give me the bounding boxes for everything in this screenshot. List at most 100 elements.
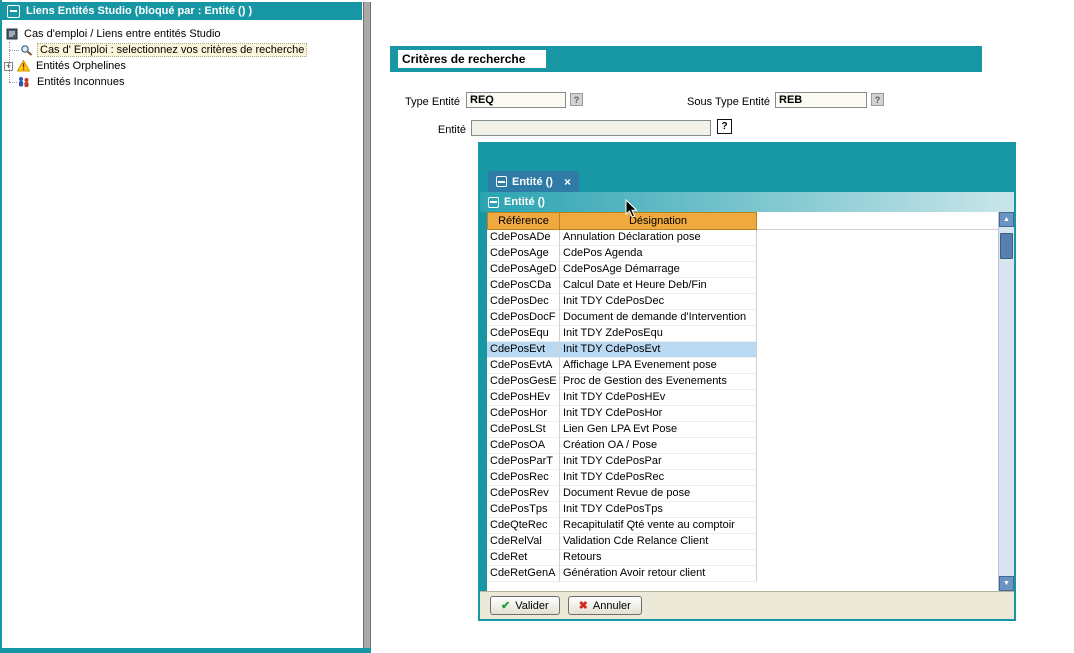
column-header-reference[interactable]: Référence [487, 212, 560, 230]
cell-designation: Document de demande d'Intervention [560, 310, 757, 326]
entity-picker-header: Entité () [480, 192, 1014, 212]
table-row[interactable]: CdeRet Retours [487, 550, 1014, 566]
type-entite-label: Type Entité [381, 96, 460, 108]
table-row[interactable]: CdePosHEv Init TDY CdePosHEv [487, 390, 1014, 406]
table-row[interactable]: CdePosAge CdePos Agenda [487, 246, 1014, 262]
cell-reference: CdeRelVal [487, 534, 560, 550]
cell-reference: CdePosOA [487, 438, 560, 454]
cell-designation: Annulation Déclaration pose [560, 230, 757, 246]
cell-reference: CdePosEvtA [487, 358, 560, 374]
sous-type-entite-input[interactable] [775, 92, 867, 108]
check-icon: ✔ [501, 599, 510, 612]
tree-connector-line [9, 42, 10, 82]
annuler-button-label: Annuler [593, 600, 631, 612]
column-header-designation[interactable]: Désignation [560, 212, 757, 230]
form-icon [6, 28, 18, 40]
table-row[interactable]: CdePosGesE Proc de Gestion des Evenement… [487, 374, 1014, 390]
window-menu-icon[interactable] [7, 5, 20, 18]
table-row[interactable]: CdePosDocF Document de demande d'Interve… [487, 310, 1014, 326]
table-row[interactable]: CdeQteRec Recapitulatif Qté vente au com… [487, 518, 1014, 534]
cell-designation: CdePos Agenda [560, 246, 757, 262]
type-entite-input[interactable] [466, 92, 566, 108]
sous-type-entite-label: Sous Type Entité [671, 96, 770, 108]
tree-item-orphelines[interactable]: + Entités Orphelines [2, 58, 363, 74]
tree-item-label: Cas d'emploi / Liens entre entités Studi… [22, 28, 223, 40]
cell-reference: CdePosDec [487, 294, 560, 310]
table-row[interactable]: CdePosOA Création OA / Pose [487, 438, 1014, 454]
scroll-up-arrow[interactable]: ▲ [999, 212, 1014, 227]
table-row[interactable]: CdePosRev Document Revue de pose [487, 486, 1014, 502]
table-row[interactable]: CdePosTps Init TDY CdePosTps [487, 502, 1014, 518]
panel-splitter[interactable] [363, 2, 371, 648]
table-row[interactable]: CdePosEqu Init TDY ZdePosEqu [487, 326, 1014, 342]
cell-reference: CdePosCDa [487, 278, 560, 294]
header-window-icon [488, 197, 499, 208]
table-row[interactable]: CdePosLSt Lien Gen LPA Evt Pose [487, 422, 1014, 438]
cell-reference: CdePosEvt [487, 342, 560, 358]
table-row[interactable]: CdePosAgeD CdePosAge Démarrage [487, 262, 1014, 278]
cell-reference: CdePosDocF [487, 310, 560, 326]
scrollbar-thumb[interactable] [1000, 233, 1013, 259]
tree-item-cas-emploi[interactable]: Cas d' Emploi : selectionnez vos critère… [2, 42, 363, 58]
table-row[interactable]: CdePosDec Init TDY CdePosDec [487, 294, 1014, 310]
entite-label: Entité [381, 124, 466, 136]
sous-type-entite-help-button[interactable]: ? [871, 93, 884, 106]
entity-picker-window: Entité () × Entité () Référence Désignat… [478, 142, 1016, 621]
table-row[interactable]: CdePosHor Init TDY CdePosHor [487, 406, 1014, 422]
table-row[interactable]: CdePosRec Init TDY CdePosRec [487, 470, 1014, 486]
annuler-button[interactable]: ✖ Annuler [568, 596, 642, 615]
cell-designation: Init TDY CdePosHor [560, 406, 757, 422]
window-bottom-border [0, 648, 371, 653]
valider-button[interactable]: ✔ Valider [490, 596, 560, 615]
window-title: Liens Entités Studio (bloqué par : Entit… [26, 5, 252, 17]
magnifier-icon [20, 44, 33, 56]
vertical-scrollbar[interactable]: ▲ ▼ [998, 212, 1014, 591]
tree-connector-line [9, 82, 17, 83]
table-row[interactable]: CdeRelVal Validation Cde Relance Client [487, 534, 1014, 550]
tree-item-label: Cas d' Emploi : selectionnez vos critère… [37, 43, 307, 57]
warning-icon [17, 60, 30, 72]
table-row[interactable]: CdePosCDa Calcul Date et Heure Deb/Fin [487, 278, 1014, 294]
scroll-down-arrow[interactable]: ▼ [999, 576, 1014, 591]
table-row[interactable]: CdeRetGenA Génération Avoir retour clien… [487, 566, 1014, 582]
table-row[interactable]: CdePosParT Init TDY CdePosPar [487, 454, 1014, 470]
cell-reference: CdePosADe [487, 230, 560, 246]
entite-input[interactable] [471, 120, 711, 136]
tree-item-root[interactable]: Cas d'emploi / Liens entre entités Studi… [2, 26, 363, 42]
cell-designation: Recapitulatif Qté vente au comptoir [560, 518, 757, 534]
main-panel: Critères de recherche Type Entité ? Sous… [371, 0, 1074, 653]
tab-label: Entité () [512, 176, 553, 188]
cell-designation: Init TDY CdePosHEv [560, 390, 757, 406]
cell-designation: Retours [560, 550, 757, 566]
cell-designation: Document Revue de pose [560, 486, 757, 502]
cell-designation: Affichage LPA Evenement pose [560, 358, 757, 374]
mouse-cursor [625, 199, 639, 219]
criteria-header-title: Critères de recherche [398, 50, 546, 68]
cell-reference: CdePosTps [487, 502, 560, 518]
cell-designation: Proc de Gestion des Evenements [560, 374, 757, 390]
entite-help-button[interactable]: ? [717, 119, 732, 134]
table-body: CdePosADe Annulation Déclaration pose Cd… [487, 230, 1014, 582]
tree-panel: Cas d'emploi / Liens entre entités Studi… [2, 20, 363, 647]
cell-reference: CdePosParT [487, 454, 560, 470]
table-row[interactable]: CdePosEvtA Affichage LPA Evenement pose [487, 358, 1014, 374]
cell-designation: Init TDY CdePosEvt [560, 342, 757, 358]
type-entite-help-button[interactable]: ? [570, 93, 583, 106]
entity-table: Référence Désignation CdePosADe Annulati… [487, 212, 1014, 591]
entity-picker-tab[interactable]: Entité () × [488, 171, 579, 192]
cell-designation: Lien Gen LPA Evt Pose [560, 422, 757, 438]
persons-icon [17, 76, 31, 88]
app-window: Liens Entités Studio (bloqué par : Entit… [0, 0, 1074, 653]
cell-reference: CdeRet [487, 550, 560, 566]
table-row[interactable]: CdePosEvt Init TDY CdePosEvt [487, 342, 1014, 358]
window-titlebar[interactable]: Liens Entités Studio (bloqué par : Entit… [2, 2, 362, 20]
valider-button-label: Valider [515, 600, 548, 612]
cell-reference: CdePosHor [487, 406, 560, 422]
cell-reference: CdePosAge [487, 246, 560, 262]
tab-close-icon[interactable]: × [564, 177, 571, 187]
table-row[interactable]: CdePosADe Annulation Déclaration pose [487, 230, 1014, 246]
picker-button-bar: ✔ Valider ✖ Annuler [480, 591, 1014, 619]
cell-designation: Validation Cde Relance Client [560, 534, 757, 550]
cell-reference: CdePosAgeD [487, 262, 560, 278]
tree-item-inconnues[interactable]: Entités Inconnues [2, 74, 363, 90]
